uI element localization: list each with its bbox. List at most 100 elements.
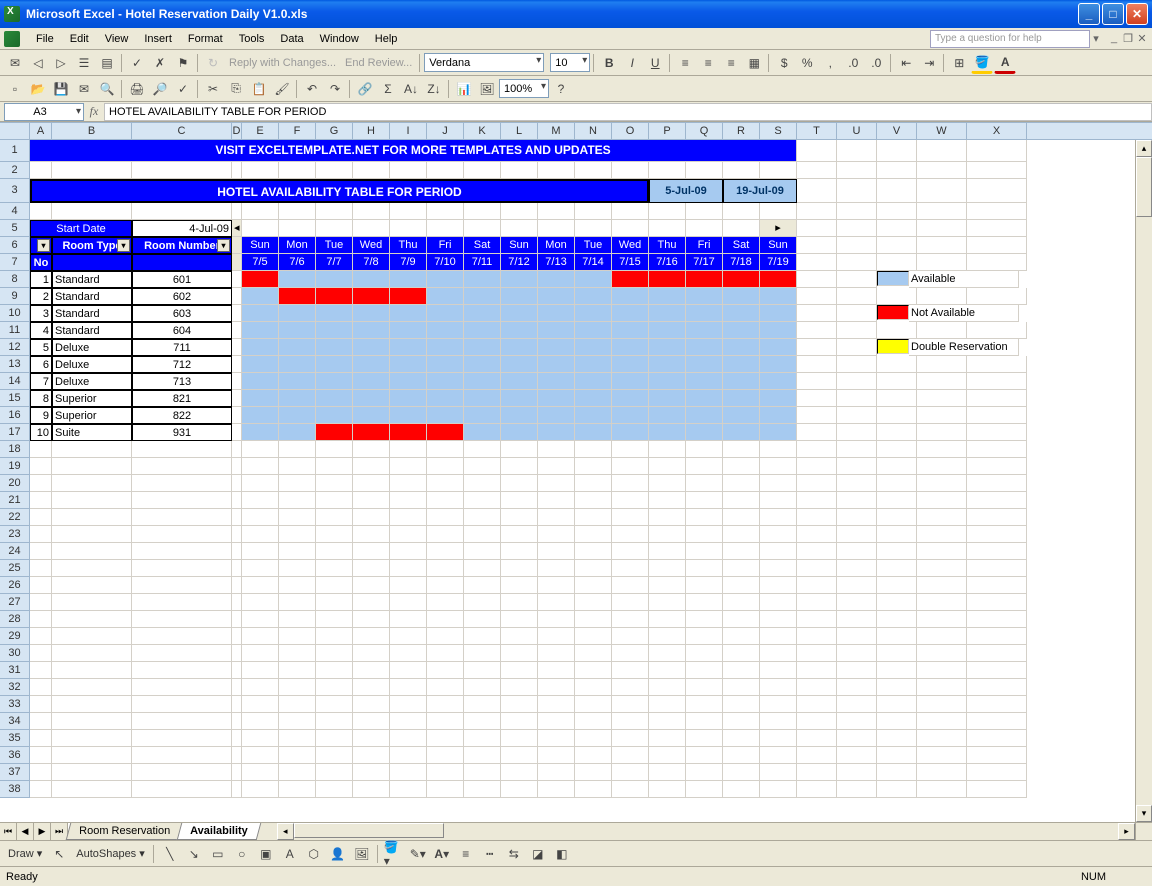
row-header[interactable]: 18	[0, 441, 30, 458]
cell[interactable]	[30, 781, 52, 798]
cell[interactable]	[316, 390, 353, 407]
cell[interactable]	[353, 356, 390, 373]
cell[interactable]	[390, 322, 427, 339]
cell[interactable]	[797, 611, 837, 628]
cell[interactable]	[242, 594, 279, 611]
cell[interactable]	[427, 492, 464, 509]
row-header[interactable]: 23	[0, 526, 30, 543]
cell[interactable]	[232, 271, 242, 288]
cell[interactable]	[353, 458, 390, 475]
cell[interactable]	[877, 628, 917, 645]
comma-icon[interactable]: ,	[819, 52, 841, 74]
cell[interactable]	[242, 509, 279, 526]
cell[interactable]	[837, 577, 877, 594]
cell[interactable]	[427, 458, 464, 475]
cell[interactable]	[612, 271, 649, 288]
cell[interactable]	[575, 662, 612, 679]
cell[interactable]: 7	[30, 373, 52, 390]
row-header[interactable]: 31	[0, 662, 30, 679]
cell[interactable]	[686, 441, 723, 458]
cell[interactable]	[797, 407, 837, 424]
cell[interactable]	[242, 390, 279, 407]
cell[interactable]	[30, 747, 52, 764]
cell[interactable]	[967, 543, 1027, 560]
cell[interactable]: Thu	[649, 237, 686, 254]
cell[interactable]	[279, 662, 316, 679]
undo-icon[interactable]: ↶	[301, 78, 323, 100]
cell[interactable]	[316, 747, 353, 764]
cell[interactable]	[917, 747, 967, 764]
cell[interactable]	[52, 730, 132, 747]
row-header[interactable]: 9	[0, 288, 30, 305]
cell[interactable]: 7/9	[390, 254, 427, 271]
cell[interactable]	[52, 492, 132, 509]
cell[interactable]	[427, 373, 464, 390]
cell[interactable]: 9	[30, 407, 52, 424]
cell[interactable]	[760, 594, 797, 611]
menu-data[interactable]: Data	[272, 31, 311, 47]
cell[interactable]	[649, 458, 686, 475]
cell[interactable]	[232, 611, 242, 628]
cell[interactable]	[877, 713, 917, 730]
cell[interactable]	[316, 645, 353, 662]
cell[interactable]	[232, 747, 242, 764]
cell[interactable]	[917, 475, 967, 492]
cell[interactable]	[427, 747, 464, 764]
cell[interactable]: 7/7	[316, 254, 353, 271]
cell[interactable]	[232, 305, 242, 322]
cell[interactable]	[232, 764, 242, 781]
cell[interactable]	[30, 679, 52, 696]
cell[interactable]	[242, 305, 279, 322]
email-icon[interactable]: ✉	[73, 78, 95, 100]
cell[interactable]	[353, 271, 390, 288]
italic-button[interactable]: I	[621, 52, 643, 74]
cell[interactable]	[279, 441, 316, 458]
cell[interactable]	[316, 271, 353, 288]
cell[interactable]	[686, 560, 723, 577]
textbox-icon[interactable]: ▣	[255, 843, 277, 865]
cell[interactable]	[917, 560, 967, 577]
cell[interactable]	[232, 696, 242, 713]
cell[interactable]: 1	[30, 271, 52, 288]
cell[interactable]	[464, 560, 501, 577]
font-size-selector[interactable]: 10	[550, 53, 590, 72]
cell[interactable]	[967, 679, 1027, 696]
row-header[interactable]: 38	[0, 781, 30, 798]
cell[interactable]	[917, 679, 967, 696]
cell[interactable]	[353, 781, 390, 798]
cell[interactable]	[501, 458, 538, 475]
cell[interactable]	[538, 458, 575, 475]
col-header-L[interactable]: L	[501, 123, 538, 139]
cell[interactable]	[797, 140, 837, 162]
cell[interactable]: 4-Jul-09	[132, 220, 232, 237]
cell[interactable]	[52, 162, 132, 179]
cell[interactable]	[917, 781, 967, 798]
cell[interactable]	[316, 339, 353, 356]
cell[interactable]	[464, 594, 501, 611]
cell[interactable]	[427, 611, 464, 628]
cell[interactable]	[279, 509, 316, 526]
cell[interactable]	[501, 645, 538, 662]
cell[interactable]: 7/19	[760, 254, 797, 271]
cell[interactable]: 712	[132, 356, 232, 373]
autoshapes-menu[interactable]: AutoShapes ▾	[72, 847, 149, 860]
cell[interactable]	[686, 526, 723, 543]
cell[interactable]	[723, 577, 760, 594]
cell[interactable]	[132, 526, 232, 543]
cell[interactable]	[967, 594, 1027, 611]
cell[interactable]	[132, 254, 232, 271]
cell[interactable]	[612, 509, 649, 526]
cell[interactable]	[232, 424, 242, 441]
cell[interactable]	[316, 543, 353, 560]
row-header[interactable]: 27	[0, 594, 30, 611]
cell[interactable]	[967, 730, 1027, 747]
cell[interactable]	[967, 322, 1027, 339]
cell[interactable]	[686, 288, 723, 305]
zoom-selector[interactable]: 100%	[499, 79, 549, 98]
cell[interactable]	[353, 628, 390, 645]
fx-button[interactable]: fx	[84, 104, 104, 119]
cell[interactable]	[501, 356, 538, 373]
cell[interactable]	[575, 356, 612, 373]
cell[interactable]	[877, 475, 917, 492]
cell[interactable]	[132, 611, 232, 628]
